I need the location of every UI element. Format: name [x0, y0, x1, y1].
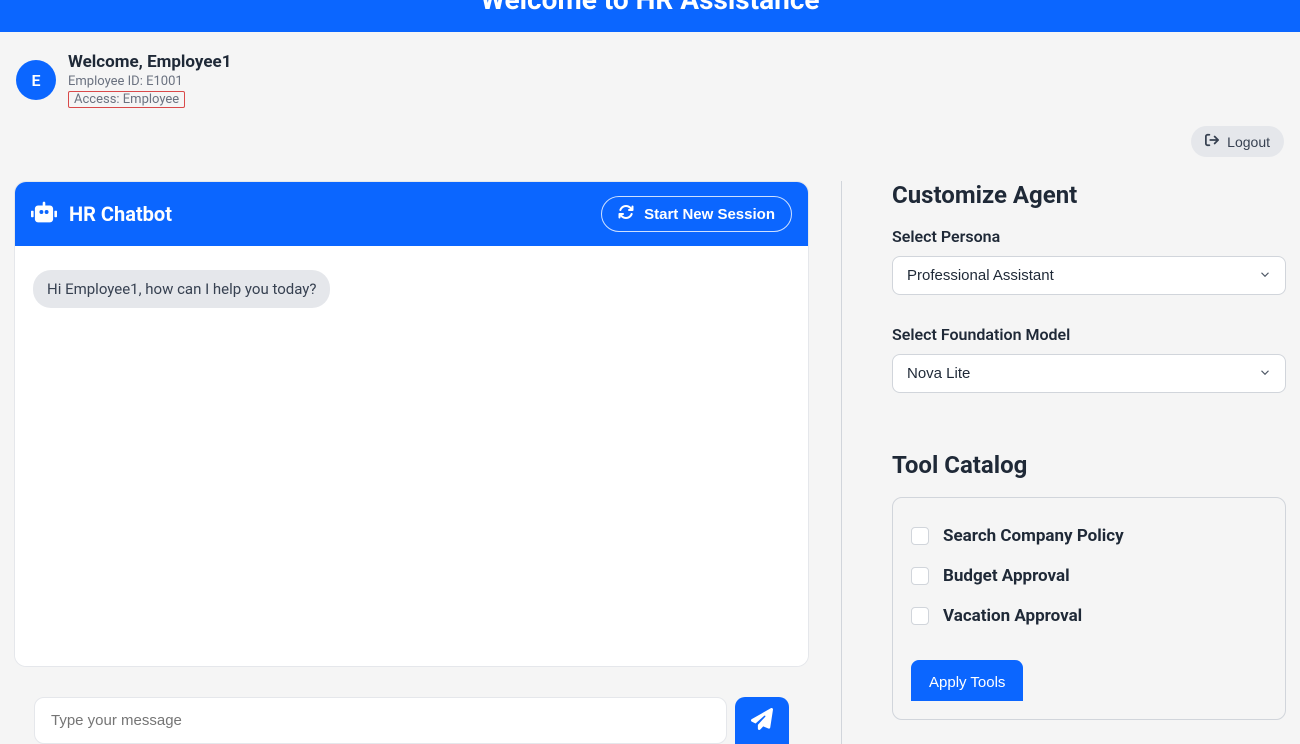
tool-label: Vacation Approval — [943, 606, 1082, 626]
tool-checkbox[interactable] — [911, 607, 929, 625]
welcome-text: Welcome, Employee1 — [68, 52, 231, 72]
model-value: Nova Lite — [907, 365, 970, 382]
chat-input-row — [14, 681, 809, 744]
main-layout: HR Chatbot Start New Session Hi Employee… — [0, 157, 1300, 744]
employee-id-text: Employee ID: E1001 — [68, 74, 231, 89]
refresh-icon — [618, 204, 634, 224]
model-select[interactable]: Nova Lite — [892, 354, 1286, 393]
user-meta: Welcome, Employee1 Employee ID: E1001 Ac… — [68, 52, 231, 108]
model-select-wrap: Nova Lite — [892, 354, 1286, 393]
chat-title: HR Chatbot — [69, 202, 172, 226]
access-badge: Access: Employee — [68, 91, 185, 108]
robot-icon — [31, 199, 57, 229]
model-label: Select Foundation Model — [892, 325, 1286, 344]
tool-checkbox[interactable] — [911, 527, 929, 545]
avatar-initial: E — [31, 71, 40, 90]
chat-card: HR Chatbot Start New Session Hi Employee… — [14, 181, 809, 667]
chat-title-group: HR Chatbot — [31, 199, 172, 229]
avatar: E — [16, 60, 56, 100]
send-button[interactable] — [735, 697, 789, 744]
logout-row: Logout — [0, 108, 1300, 157]
logout-label: Logout — [1227, 134, 1270, 150]
tool-item: Vacation Approval — [911, 596, 1267, 636]
new-session-label: Start New Session — [644, 206, 775, 223]
tool-catalog-box: Search Company Policy Budget Approval Va… — [892, 497, 1286, 720]
tool-item: Budget Approval — [911, 556, 1267, 596]
chat-header: HR Chatbot Start New Session — [15, 182, 808, 246]
chat-body: Hi Employee1, how can I help you today? — [15, 246, 808, 666]
logout-button[interactable]: Logout — [1191, 126, 1284, 157]
persona-label: Select Persona — [892, 227, 1286, 246]
side-column: Customize Agent Select Persona Professio… — [841, 181, 1286, 744]
apply-tools-button[interactable]: Apply Tools — [911, 660, 1023, 701]
tool-checkbox[interactable] — [911, 567, 929, 585]
new-session-button[interactable]: Start New Session — [601, 196, 792, 232]
tool-label: Budget Approval — [943, 566, 1070, 586]
user-info-row: E Welcome, Employee1 Employee ID: E1001 … — [0, 32, 1300, 108]
send-icon — [751, 708, 773, 733]
chat-column: HR Chatbot Start New Session Hi Employee… — [14, 181, 809, 744]
bot-message: Hi Employee1, how can I help you today? — [33, 270, 330, 308]
apply-tools-label: Apply Tools — [929, 674, 1005, 691]
banner-title: Welcome to HR Assistance — [480, 0, 819, 16]
tool-catalog-heading: Tool Catalog — [892, 451, 1286, 479]
customize-heading: Customize Agent — [892, 181, 1286, 209]
page-banner: Welcome to HR Assistance — [0, 0, 1300, 32]
tool-label: Search Company Policy — [943, 526, 1124, 546]
persona-select[interactable]: Professional Assistant — [892, 256, 1286, 295]
chat-input[interactable] — [34, 697, 727, 744]
persona-value: Professional Assistant — [907, 267, 1054, 284]
tool-item: Search Company Policy — [911, 516, 1267, 556]
persona-select-wrap: Professional Assistant — [892, 256, 1286, 295]
logout-icon — [1205, 133, 1219, 150]
